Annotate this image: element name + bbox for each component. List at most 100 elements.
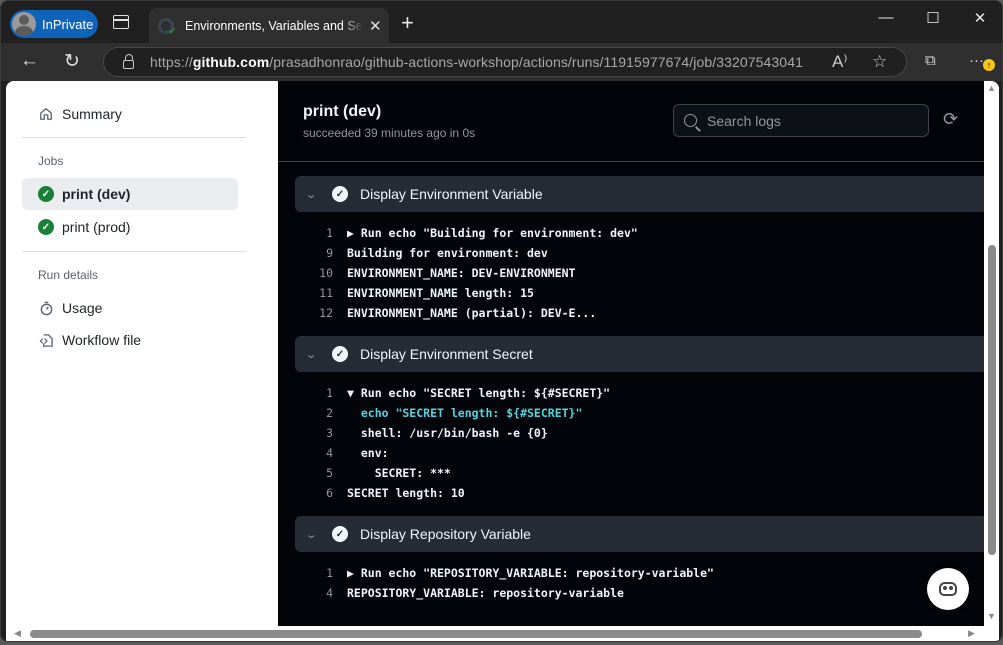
sidebar-job-prod[interactable]: ✓ print (prod) [22,211,238,243]
line-number: 3 [326,426,333,440]
log-text: SECRET: *** [347,466,451,480]
sidebar-item-summary[interactable]: Summary [22,98,238,130]
line-number: 11 [319,286,333,300]
minimize-button[interactable]: — [863,9,909,26]
log-text: shell: /usr/bin/bash -e {0} [347,426,548,440]
browser-tab[interactable]: Environments, Variables and Secrets ✕ [149,8,389,43]
run-details-heading: Run details [38,268,99,282]
browser-window: InPrivate Environments, Variables and Se… [0,0,1003,642]
horizontal-scroll-thumb[interactable] [30,630,922,638]
log-line: 10 ENVIRONMENT_NAME: DEV-ENVIRONMENT [295,263,985,283]
search-logs-input[interactable] [707,112,907,129]
job-label: print (prod) [62,219,131,235]
vertical-scroll-thumb[interactable] [988,245,996,555]
log-line: 3 shell: /usr/bin/bash -e {0} [295,423,985,443]
step-header-env-variable[interactable]: ⌄ ✓ Display Environment Variable [295,176,985,212]
copilot-icon [939,582,957,596]
log-text: ▶ Run echo "Building for environment: de… [347,226,638,240]
step-log: 1 ▶ Run echo "Building for environment: d… [295,223,985,323]
scroll-right-arrow-icon[interactable]: ▶ [968,628,975,639]
more-menu-button[interactable]: ··· [969,52,984,69]
log-line: 2 echo "SECRET length: ${#SECRET}" [295,403,985,423]
log-text: ENVIRONMENT_NAME (partial): DEV-E... [347,306,597,320]
scroll-up-arrow-icon[interactable]: ▲ [987,83,996,93]
tab-actions-icon[interactable] [113,15,129,29]
run-sidebar: Summary Jobs ✓ print (dev) ✓ print (prod… [6,81,278,626]
reload-button[interactable]: ↻ [64,50,80,73]
chevron-down-icon: ⌄ [305,528,318,541]
jobs-heading: Jobs [38,154,64,168]
step-header-env-secret[interactable]: ⌄ ✓ Display Environment Secret [295,336,985,372]
favorite-star-icon[interactable]: ☆ [872,52,887,72]
maximize-button[interactable]: ☐ [910,9,956,27]
job-log-panel: print (dev) succeeded 39 minutes ago in … [278,81,985,626]
log-line[interactable]: 1 ▶ Run echo "Building for environment: d… [295,223,985,243]
address-bar[interactable]: https://github.com/prasadhonrao/github-a… [103,47,907,77]
back-button[interactable]: ← [20,50,39,72]
step-success-icon: ✓ [332,186,348,202]
update-badge-icon: ↑ [983,59,995,71]
log-text: ▶ Run echo "REPOSITORY_VARIABLE: reposit… [347,566,714,580]
log-command-text: echo "SECRET length: ${#SECRET}" [347,406,583,420]
step-success-icon: ✓ [332,346,348,362]
inprivate-label: InPrivate [42,16,94,32]
sidebar-item-workflow-file[interactable]: Workflow file [22,324,238,356]
github-actions-page: Summary Jobs ✓ print (dev) ✓ print (prod… [6,81,999,626]
tab-close-button[interactable]: ✕ [369,17,382,35]
line-number: 6 [326,486,333,500]
home-icon [38,106,54,122]
scroll-left-arrow-icon[interactable]: ◀ [14,628,21,639]
vertical-scrollbar[interactable]: ▲ ▼ [984,81,999,626]
url-text[interactable]: https://github.com/prasadhonrao/github-a… [150,54,803,70]
read-aloud-icon[interactable]: A⁾ [832,52,848,72]
avatar-icon [12,12,36,36]
stopwatch-icon [38,300,54,316]
sidebar-divider [22,251,246,252]
line-number: 1 [326,226,333,240]
search-logs-field[interactable] [673,104,929,137]
line-number: 4 [326,586,333,600]
log-line: 9 Building for environment: dev [295,243,985,263]
step-success-icon: ✓ [332,526,348,542]
job-status-text: succeeded 39 minutes ago in 0s [303,126,476,140]
line-number: 1 [326,566,333,580]
log-text: ENVIRONMENT_NAME: DEV-ENVIRONMENT [347,266,576,280]
chevron-down-icon: ⌄ [305,188,318,201]
usage-label: Usage [62,300,103,316]
inprivate-profile-button[interactable]: InPrivate [10,10,98,38]
new-tab-button[interactable]: + [401,10,414,36]
line-number: 1 [326,386,333,400]
search-icon [684,114,697,127]
scroll-down-arrow-icon[interactable]: ▼ [987,611,996,621]
success-check-icon: ✓ [38,219,54,235]
log-line: 4 env: [295,443,985,463]
log-line[interactable]: 1 ▶ Run echo "REPOSITORY_VARIABLE: reposi… [295,563,985,583]
sidebar-item-usage[interactable]: Usage [22,292,238,324]
log-text: env: [347,446,389,460]
address-toolbar: ← ↻ https://github.com/prasadhonrao/gith… [1,43,1002,81]
job-label: print (dev) [62,186,131,202]
summary-label: Summary [62,106,122,122]
screenshot-icon[interactable]: ⧉ [925,52,936,69]
log-line: 6 SECRET length: 10 [295,483,985,503]
log-line: 4 REPOSITORY_VARIABLE: repository-variabl… [295,583,985,603]
job-title: print (dev) [303,103,382,120]
close-window-button[interactable]: ✕ [957,9,1002,27]
file-code-icon [38,332,54,348]
step-name: Display Repository Variable [360,526,531,542]
log-text: Building for environment: dev [347,246,548,260]
refresh-icon[interactable]: ⟳ [943,109,958,130]
header-divider [278,161,984,162]
line-number: 12 [319,306,333,320]
log-line[interactable]: 1 ▼ Run echo "SECRET length: ${#SECRET}" [295,383,985,403]
lock-icon [123,54,134,69]
log-text: ENVIRONMENT_NAME length: 15 [347,286,534,300]
log-text: ▼ Run echo "SECRET length: ${#SECRET}" [347,386,611,400]
horizontal-scrollbar[interactable]: ◀ ▶ [6,626,999,641]
sidebar-divider [22,137,246,138]
log-line: 11 ENVIRONMENT_NAME length: 15 [295,283,985,303]
sidebar-job-dev[interactable]: ✓ print (dev) [22,178,238,210]
copilot-button[interactable] [927,568,969,610]
github-favicon-icon [158,17,176,37]
step-header-repo-variable[interactable]: ⌄ ✓ Display Repository Variable [295,516,985,552]
